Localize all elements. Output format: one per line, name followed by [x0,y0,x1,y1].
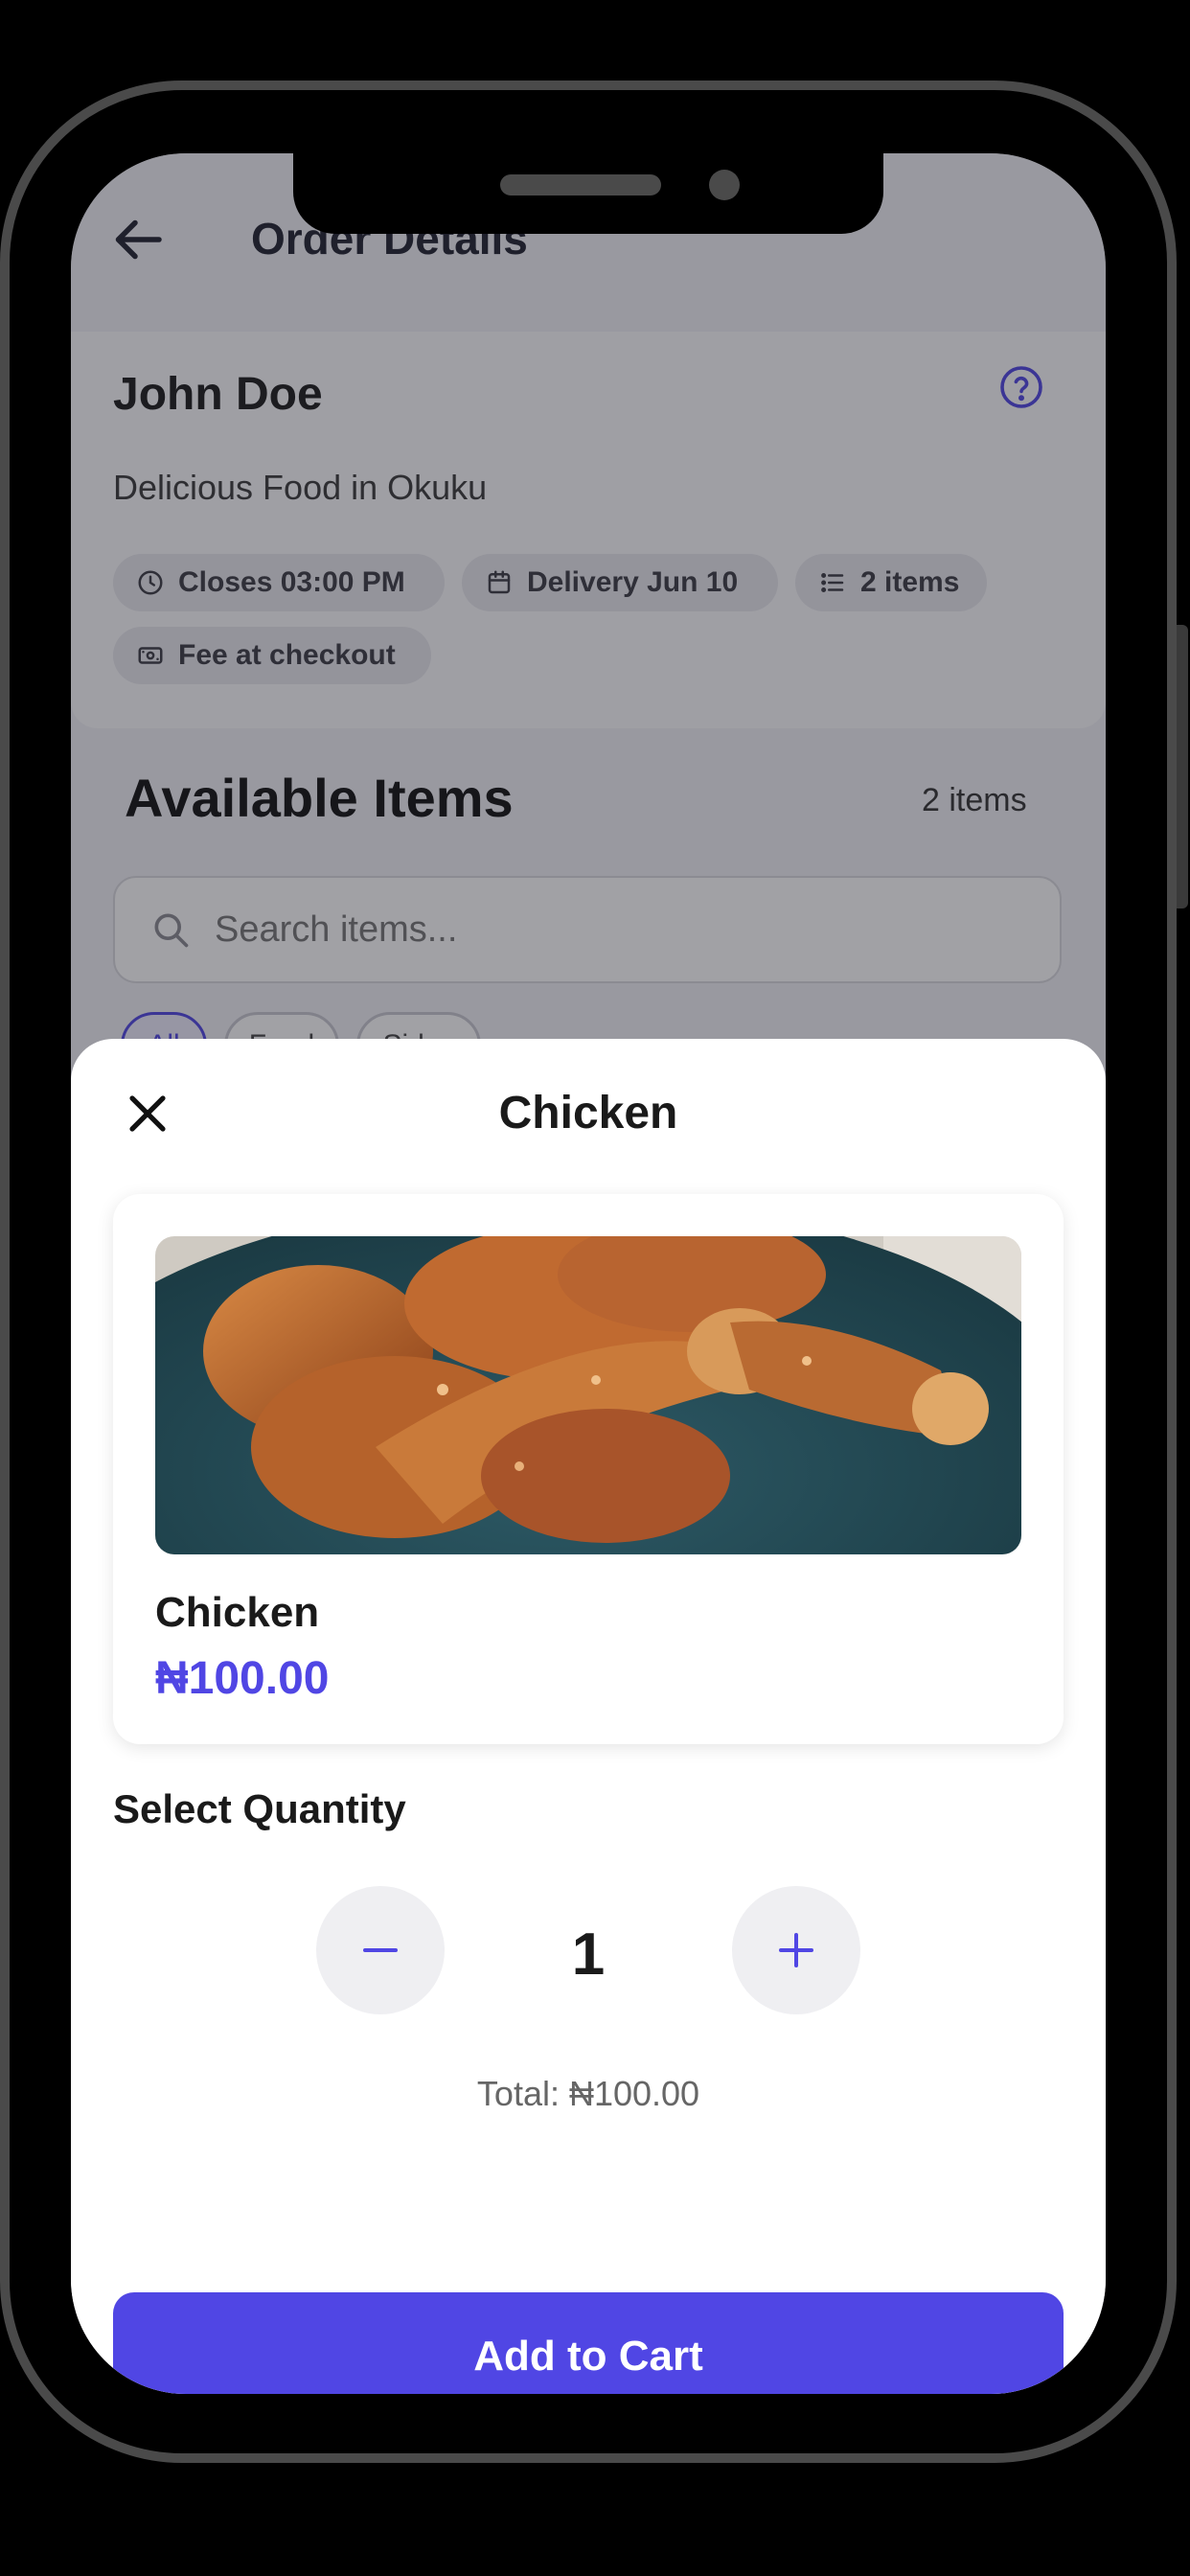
sheet-title: Chicken [498,1088,678,1138]
decrement-button[interactable] [316,1886,445,2014]
product-sheet: Chicken Chicken ₦100.00 Select Quantity … [71,1039,1106,2394]
product-card: Chicken ₦100.00 [113,1194,1064,1744]
plus-icon [779,1933,813,1967]
notch [293,153,883,234]
total-price: Total: ₦100.00 [476,2074,700,2113]
increment-button[interactable] [732,1886,860,2014]
screen: Order Details John Doe Delicious Food in… [71,153,1106,2394]
speaker-grille [500,174,661,196]
product-price: ₦100.00 [155,1653,330,1704]
product-name: Chicken [155,1589,320,1636]
front-camera [709,170,740,200]
side-button [1177,625,1188,908]
quantity-label: Select Quantity [113,1786,406,1831]
product-image [155,1236,1021,1554]
quantity-value: 1 [571,1921,606,1988]
minus-icon [363,1948,398,1952]
add-to-cart-button[interactable]: Add to Cart [113,2292,1064,2394]
